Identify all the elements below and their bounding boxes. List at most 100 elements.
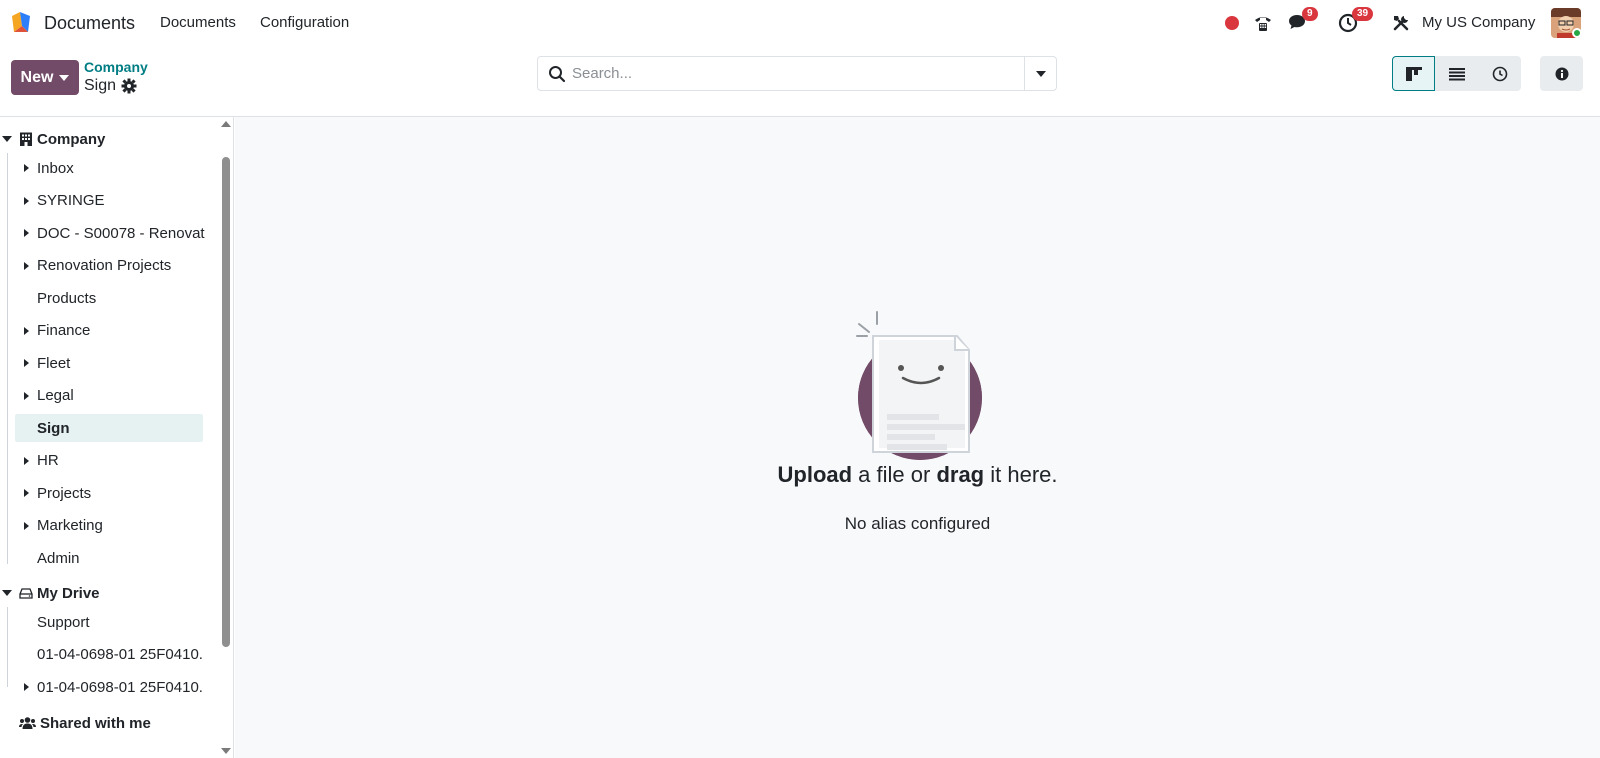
new-button-label: New bbox=[20, 68, 54, 86]
activity-count-badge: 39 bbox=[1352, 7, 1374, 21]
phone-button[interactable] bbox=[1252, 10, 1274, 36]
caret-down-icon bbox=[59, 74, 70, 81]
folder-item[interactable]: Inbox bbox=[0, 154, 210, 182]
caret-right-icon[interactable] bbox=[24, 359, 29, 367]
folder-item[interactable]: Sign bbox=[15, 414, 203, 442]
activity-view-button[interactable] bbox=[1478, 56, 1521, 91]
folder-root-label: Company bbox=[37, 130, 106, 148]
folder-item[interactable]: DOC - S00078 - Renovat bbox=[0, 219, 210, 247]
caret-right-icon[interactable] bbox=[24, 164, 29, 172]
upload-link[interactable]: Upload bbox=[778, 462, 853, 487]
breadcrumb-current: Sign bbox=[84, 77, 117, 94]
folder-item[interactable]: Finance bbox=[0, 317, 210, 345]
folder-root-shared-with-me[interactable]: Shared with me bbox=[0, 709, 210, 737]
folder-item[interactable]: Legal bbox=[0, 382, 210, 410]
folder-item-label: 01-04-0698-01 25F0410. bbox=[37, 646, 203, 663]
kanban-icon bbox=[1405, 66, 1422, 81]
folder-item-label: DOC - S00078 - Renovat bbox=[37, 224, 205, 242]
search-icon bbox=[549, 66, 566, 83]
documents-main-area[interactable]: Upload a file or drag it here. No alias … bbox=[235, 117, 1600, 758]
company-switcher[interactable]: My US Company bbox=[1422, 14, 1535, 31]
folder-item-label: SYRINGE bbox=[37, 192, 105, 209]
debug-tools-button[interactable] bbox=[1391, 10, 1411, 36]
folder-item[interactable]: Products bbox=[0, 284, 210, 312]
empty-title-end: it here. bbox=[984, 462, 1058, 487]
folder-item[interactable]: Fleet bbox=[0, 349, 210, 377]
clock-icon bbox=[1492, 66, 1507, 81]
sidebar-scrollbar[interactable] bbox=[219, 117, 232, 758]
folder-root-label: Shared with me bbox=[40, 714, 151, 732]
caret-right-icon[interactable] bbox=[24, 261, 29, 270]
info-icon bbox=[1555, 67, 1568, 80]
list-view-button[interactable] bbox=[1435, 56, 1478, 91]
breadcrumb-parent[interactable]: Company bbox=[84, 59, 148, 75]
folder-item-label: Finance bbox=[37, 322, 91, 339]
online-status-dot bbox=[1572, 28, 1582, 38]
activity-button[interactable]: 39 bbox=[1338, 7, 1374, 36]
caret-right-icon[interactable] bbox=[24, 489, 29, 497]
folder-item[interactable]: 01-04-0698-01 25F0410. bbox=[0, 641, 210, 669]
caret-right-icon[interactable] bbox=[24, 391, 29, 400]
building-icon bbox=[20, 132, 32, 146]
list-icon bbox=[1448, 67, 1465, 80]
folder-item[interactable]: Renovation Projects bbox=[0, 252, 210, 280]
search-bar bbox=[537, 56, 1057, 91]
tools-icon bbox=[1393, 16, 1409, 31]
folder-item-label: Legal bbox=[37, 387, 74, 404]
caret-right-icon[interactable] bbox=[24, 229, 29, 237]
caret-right-icon[interactable] bbox=[24, 521, 29, 530]
empty-state-subtitle: No alias configured bbox=[844, 514, 991, 533]
folder-root-my-drive[interactable]: My Drive bbox=[0, 579, 210, 607]
record-dot-icon bbox=[1225, 16, 1239, 30]
caret-right-icon[interactable] bbox=[24, 456, 29, 465]
folder-item[interactable]: Admin bbox=[0, 544, 210, 572]
empty-state-title: Upload a file or drag it here. bbox=[235, 462, 1600, 488]
new-button[interactable]: New bbox=[11, 60, 79, 95]
view-switcher bbox=[1392, 56, 1521, 91]
top-navbar: Documents Documents Configuration 9 39 M… bbox=[0, 0, 1600, 46]
menu-documents[interactable]: Documents bbox=[160, 14, 236, 31]
folder-item[interactable]: 01-04-0698-01 25F0410. bbox=[0, 673, 210, 701]
folder-item-label: Support bbox=[37, 613, 90, 631]
users-icon bbox=[19, 717, 36, 729]
search-options-toggle[interactable] bbox=[1024, 57, 1056, 90]
drive-icon bbox=[19, 588, 33, 599]
caret-right-icon[interactable] bbox=[24, 326, 29, 335]
folder-item-label: HR bbox=[37, 452, 59, 469]
scroll-down-arrow-icon[interactable] bbox=[221, 748, 231, 754]
folder-item[interactable]: Support bbox=[0, 608, 210, 636]
folder-item-label: 01-04-0698-01 25F0410. bbox=[37, 678, 203, 696]
folder-item[interactable]: HR bbox=[0, 447, 210, 475]
folder-item-label: Fleet bbox=[37, 354, 71, 372]
recording-indicator[interactable] bbox=[1224, 10, 1240, 36]
caret-right-icon[interactable] bbox=[24, 196, 29, 205]
caret-down-icon bbox=[2, 136, 12, 142]
chat-count-badge: 9 bbox=[1302, 7, 1318, 21]
folder-item[interactable]: Projects bbox=[0, 479, 210, 507]
folder-item-label: Renovation Projects bbox=[37, 257, 172, 274]
scroll-thumb[interactable] bbox=[222, 157, 230, 647]
caret-right-icon[interactable] bbox=[24, 683, 29, 691]
scroll-up-arrow-icon[interactable] bbox=[221, 121, 231, 127]
messaging-button[interactable]: 9 bbox=[1288, 7, 1318, 36]
folder-item[interactable]: SYRINGE bbox=[0, 187, 210, 215]
documents-app-icon[interactable] bbox=[8, 10, 34, 36]
details-panel-button[interactable] bbox=[1540, 56, 1583, 91]
kanban-view-button[interactable] bbox=[1392, 56, 1435, 91]
folder-root-label: My Drive bbox=[37, 584, 100, 602]
menu-configuration[interactable]: Configuration bbox=[260, 14, 349, 31]
drag-word: drag bbox=[936, 462, 985, 487]
folder-item[interactable]: Marketing bbox=[0, 512, 210, 540]
search-input[interactable] bbox=[572, 58, 1012, 89]
folder-item-label: Products bbox=[37, 289, 97, 307]
gear-icon[interactable] bbox=[121, 78, 137, 94]
empty-title-middle: a file or bbox=[852, 462, 937, 487]
app-title[interactable]: Documents bbox=[44, 13, 135, 34]
folder-root-company[interactable]: Company bbox=[0, 125, 210, 153]
folder-tree-sidebar: Company Inbox SYRINGE DOC - S00078 - Renov… bbox=[0, 117, 234, 758]
folder-item-label: Projects bbox=[37, 484, 92, 502]
folder-item-label: Inbox bbox=[37, 159, 74, 177]
phone-icon bbox=[1255, 17, 1271, 31]
caret-down-icon bbox=[1035, 70, 1046, 77]
control-panel: New Company Sign bbox=[0, 46, 1600, 117]
